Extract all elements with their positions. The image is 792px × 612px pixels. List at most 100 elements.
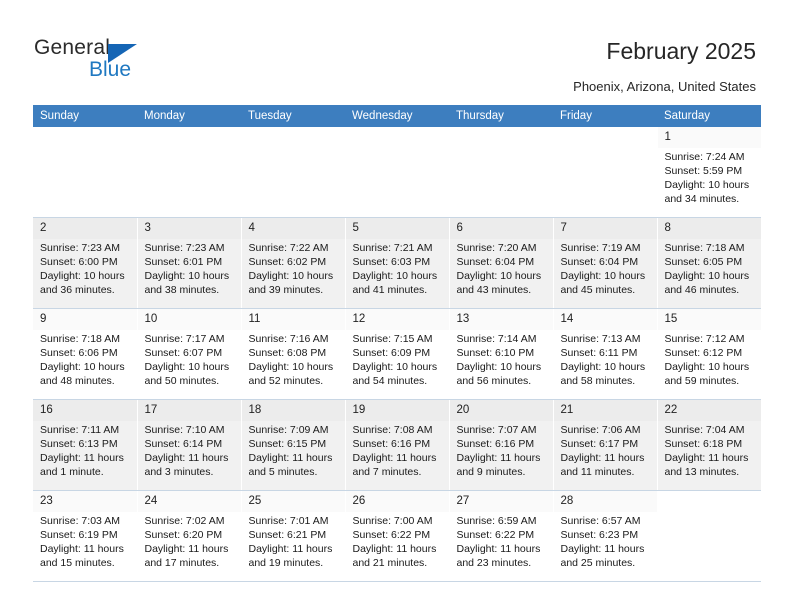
day-cell[interactable]: 16 Sunrise: 7:11 AM Sunset: 6:13 PM Dayligh… [33, 399, 138, 491]
day-cell[interactable]: 14 Sunrise: 7:13 AM Sunset: 6:11 PM Dayligh… [553, 308, 658, 400]
day-number: 6 [456, 222, 463, 234]
day-cell[interactable]: 15 Sunrise: 7:12 AM Sunset: 6:12 PM Dayligh… [657, 308, 761, 400]
week-row: 16 Sunrise: 7:11 AM Sunset: 6:13 PM Dayligh… [33, 399, 762, 491]
daylight-text: Daylight: 11 hours and 15 minutes. [40, 543, 124, 570]
day-cell[interactable]: 1 Sunrise: 7:24 AM Sunset: 5:59 PM Daylight… [657, 127, 761, 218]
day-cell[interactable]: 26 Sunrise: 7:00 AM Sunset: 6:22 PM Dayligh… [345, 490, 450, 582]
sunrise-text: Sunrise: 7:00 AM [352, 515, 433, 527]
weekday-header-monday: Monday [137, 105, 241, 127]
sunrise-text: Sunrise: 7:02 AM [144, 515, 225, 527]
sunset-text: Sunset: 6:20 PM [144, 529, 223, 542]
day-cell-details: Sunrise: 7:04 AM Sunset: 6:18 PM Daylight:… [658, 421, 762, 479]
sunset-text: Sunset: 6:22 PM [456, 529, 535, 542]
day-cell[interactable]: 20 Sunrise: 7:07 AM Sunset: 6:16 PM Dayligh… [449, 399, 554, 491]
daylight-text: Daylight: 11 hours and 25 minutes. [560, 543, 645, 570]
day-cell[interactable]: 10 Sunrise: 7:17 AM Sunset: 6:07 PM Dayligh… [137, 308, 242, 400]
day-cell[interactable]: 21 Sunrise: 7:06 AM Sunset: 6:17 PM Dayligh… [553, 399, 658, 491]
day-number: 3 [144, 222, 151, 234]
day-number: 26 [352, 495, 366, 507]
day-number: 17 [144, 404, 158, 416]
day-number: 4 [248, 222, 255, 234]
day-cell[interactable]: 19 Sunrise: 7:08 AM Sunset: 6:16 PM Dayligh… [345, 399, 450, 491]
daylight-text: Daylight: 10 hours and 34 minutes. [664, 179, 750, 206]
sunrise-text: Sunrise: 7:06 AM [560, 424, 641, 436]
day-cell[interactable]: 11 Sunrise: 7:16 AM Sunset: 6:08 PM Dayligh… [241, 308, 346, 400]
day-number: 25 [248, 495, 262, 507]
sunset-text: Sunset: 6:23 PM [560, 529, 639, 542]
day-number: 9 [40, 313, 47, 325]
day-cell[interactable]: 7 Sunrise: 7:19 AM Sunset: 6:04 PM Daylight… [553, 217, 658, 309]
day-number: 28 [560, 495, 574, 507]
week-row: 2 Sunrise: 7:23 AM Sunset: 6:00 PM Daylight… [33, 217, 761, 309]
daylight-text: Daylight: 11 hours and 5 minutes. [248, 452, 333, 479]
day-cell[interactable]: 4 Sunrise: 7:22 AM Sunset: 6:02 PM Daylight… [241, 217, 346, 309]
weekday-header-tuesday: Tuesday [241, 105, 345, 127]
day-number: 21 [560, 404, 574, 416]
day-cell-details: Sunrise: 7:17 AM Sunset: 6:07 PM Daylight:… [138, 330, 241, 388]
day-cell-details: Sunrise: 7:15 AM Sunset: 6:09 PM Daylight:… [346, 330, 449, 388]
day-number: 13 [456, 313, 470, 325]
daylight-text: Daylight: 10 hours and 46 minutes. [664, 270, 750, 297]
daylight-text: Daylight: 11 hours and 11 minutes. [560, 452, 645, 479]
day-cell-empty [33, 127, 138, 218]
day-number: 18 [248, 404, 262, 416]
weekday-header-row: Sunday Monday Tuesday Wednesday Thursday… [33, 105, 761, 127]
weekday-header-thursday: Thursday [449, 105, 553, 127]
day-cell-empty [241, 127, 346, 218]
sunrise-text: Sunrise: 7:15 AM [352, 333, 433, 345]
sunset-text: Sunset: 6:05 PM [664, 256, 743, 269]
day-cell-details: Sunrise: 7:13 AM Sunset: 6:11 PM Daylight:… [554, 330, 657, 388]
day-cell-empty [137, 127, 242, 218]
weekday-header-sunday: Sunday [33, 105, 137, 127]
day-cell[interactable]: 13 Sunrise: 7:14 AM Sunset: 6:10 PM Dayligh… [449, 308, 554, 400]
day-cell[interactable]: 6 Sunrise: 7:20 AM Sunset: 6:04 PM Daylight… [449, 217, 554, 309]
sunset-text: Sunset: 6:09 PM [352, 347, 431, 360]
day-cell[interactable]: 18 Sunrise: 7:09 AM Sunset: 6:15 PM Dayligh… [241, 399, 346, 491]
day-number: 8 [664, 222, 671, 234]
day-cell-empty [449, 127, 554, 218]
day-cell[interactable]: 12 Sunrise: 7:15 AM Sunset: 6:09 PM Dayligh… [345, 308, 450, 400]
daylight-text: Daylight: 10 hours and 41 minutes. [352, 270, 438, 297]
daylight-text: Daylight: 10 hours and 59 minutes. [664, 361, 750, 388]
day-cell[interactable]: 23 Sunrise: 7:03 AM Sunset: 6:19 PM Dayligh… [33, 490, 138, 582]
daylight-text: Daylight: 11 hours and 17 minutes. [144, 543, 229, 570]
day-cell[interactable]: 3 Sunrise: 7:23 AM Sunset: 6:01 PM Daylight… [137, 217, 242, 309]
day-number: 11 [248, 313, 261, 325]
month-grid: Sunday Monday Tuesday Wednesday Thursday… [33, 105, 761, 582]
daylight-text: Daylight: 10 hours and 52 minutes. [248, 361, 334, 388]
sunset-text: Sunset: 6:13 PM [40, 438, 118, 451]
sunrise-text: Sunrise: 7:19 AM [560, 242, 641, 254]
day-cell[interactable]: 5 Sunrise: 7:21 AM Sunset: 6:03 PM Daylight… [345, 217, 450, 309]
day-number: 24 [144, 495, 158, 507]
day-number: 1 [664, 131, 671, 143]
day-cell[interactable]: 25 Sunrise: 7:01 AM Sunset: 6:21 PM Dayligh… [241, 490, 346, 582]
day-cell-empty [345, 127, 450, 218]
month-grid-body: 1 Sunrise: 7:24 AM Sunset: 5:59 PM Daylight… [33, 127, 761, 582]
day-cell[interactable]: 22 Sunrise: 7:04 AM Sunset: 6:18 PM Dayligh… [657, 399, 762, 491]
day-cell[interactable]: 28 Sunrise: 6:57 AM Sunset: 6:23 PM Dayligh… [553, 490, 658, 582]
day-cell[interactable]: 24 Sunrise: 7:02 AM Sunset: 6:20 PM Dayligh… [137, 490, 242, 582]
day-cell-details: Sunrise: 7:10 AM Sunset: 6:14 PM Daylight:… [138, 421, 241, 479]
weekday-header-saturday: Saturday [657, 105, 761, 127]
sunset-text: Sunset: 6:04 PM [560, 256, 639, 269]
day-cell-details: Sunrise: 7:23 AM Sunset: 6:01 PM Daylight:… [138, 239, 241, 297]
daylight-text: Daylight: 10 hours and 56 minutes. [456, 361, 542, 388]
sunrise-text: Sunrise: 7:23 AM [40, 242, 120, 254]
day-cell[interactable]: 9 Sunrise: 7:18 AM Sunset: 6:06 PM Daylight… [33, 308, 138, 400]
day-cell[interactable]: 17 Sunrise: 7:10 AM Sunset: 6:14 PM Dayligh… [137, 399, 242, 491]
day-cell[interactable]: 8 Sunrise: 7:18 AM Sunset: 6:05 PM Daylight… [657, 217, 761, 309]
sunrise-text: Sunrise: 7:13 AM [560, 333, 641, 345]
sunrise-text: Sunrise: 7:07 AM [456, 424, 537, 436]
sunset-text: Sunset: 6:11 PM [560, 347, 638, 360]
day-cell[interactable]: 2 Sunrise: 7:23 AM Sunset: 6:00 PM Daylight… [33, 217, 138, 309]
day-cell[interactable]: 27 Sunrise: 6:59 AM Sunset: 6:22 PM Dayligh… [449, 490, 554, 582]
sunrise-text: Sunrise: 7:21 AM [352, 242, 433, 254]
day-cell-details: Sunrise: 7:00 AM Sunset: 6:22 PM Daylight:… [346, 512, 449, 570]
day-cell-details: Sunrise: 7:24 AM Sunset: 5:59 PM Daylight:… [658, 148, 762, 206]
week-row: 9 Sunrise: 7:18 AM Sunset: 6:06 PM Daylight… [33, 308, 761, 400]
day-number: 5 [352, 222, 359, 234]
sunrise-text: Sunrise: 7:01 AM [248, 515, 329, 527]
weekday-header-wednesday: Wednesday [345, 105, 449, 127]
sunrise-text: Sunrise: 7:16 AM [248, 333, 329, 345]
daylight-text: Daylight: 11 hours and 9 minutes. [456, 452, 541, 479]
